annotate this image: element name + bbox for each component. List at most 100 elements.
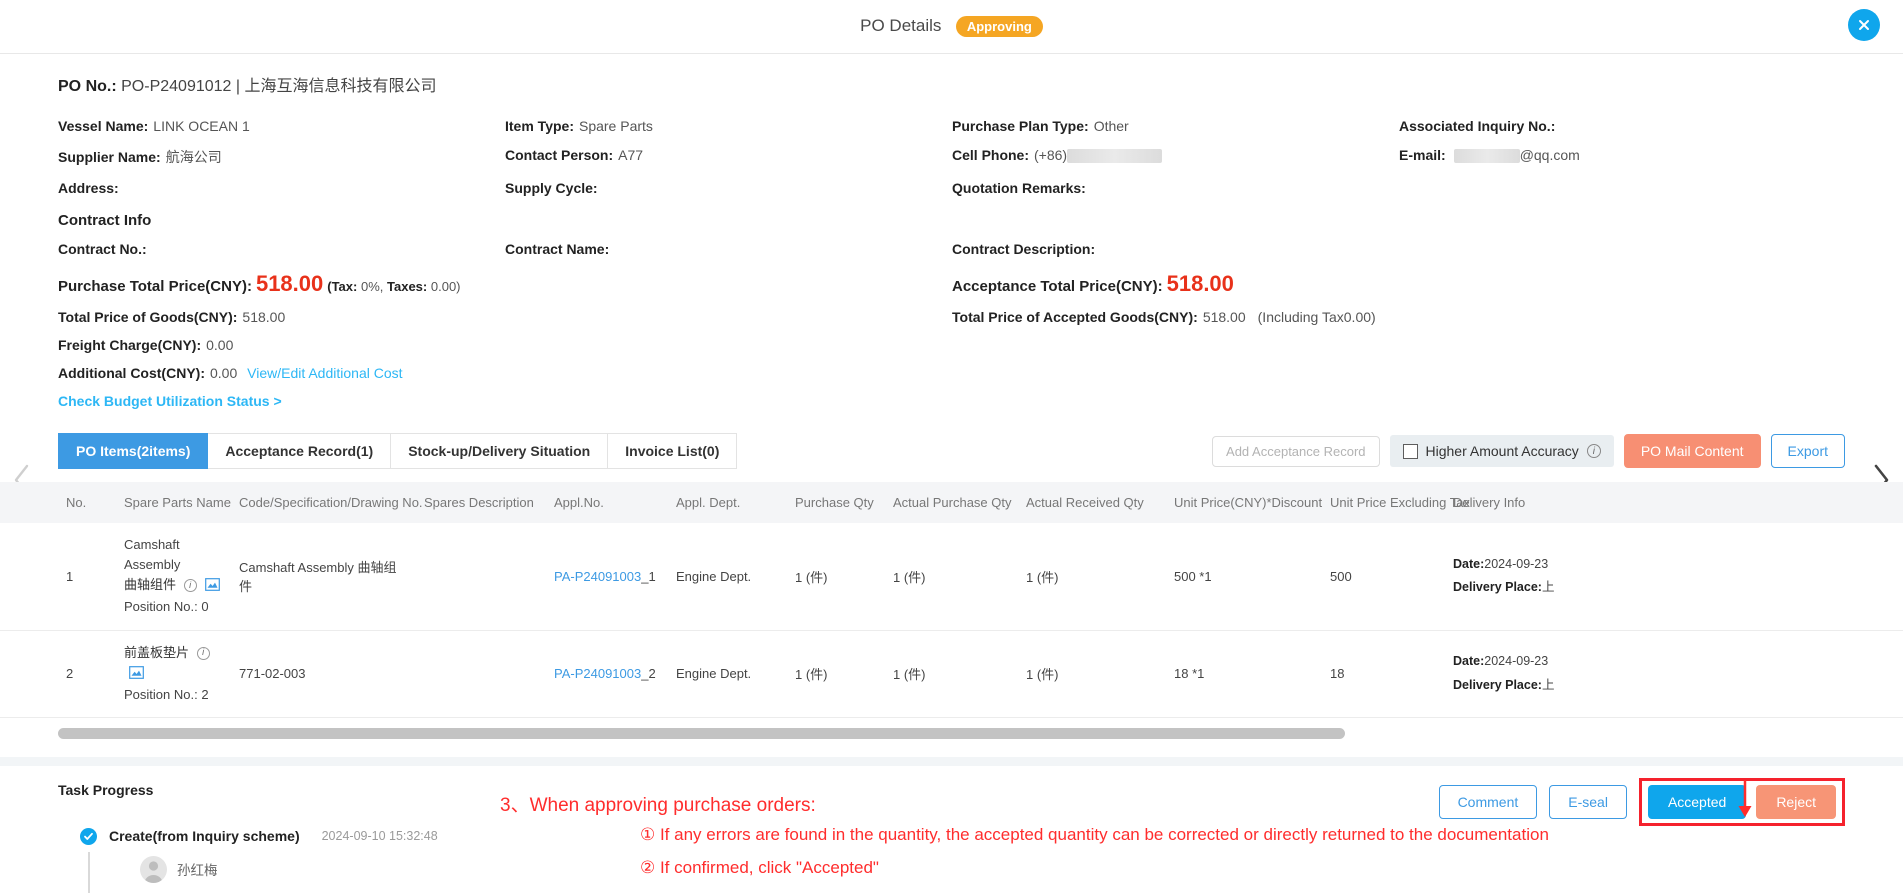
field-label: Contact Person: — [505, 147, 614, 163]
col-delivery-info: Delivery Info — [1445, 482, 1903, 523]
field-label: Additional Cost(CNY): — [58, 365, 205, 381]
modal-titlebar: PO Details Approving — [0, 0, 1903, 54]
task-action-buttons: Comment E-seal Accepted Reject — [1438, 777, 1845, 826]
parts-name-cn-line: 曲轴组件 i — [124, 575, 223, 597]
tab-invoice-list[interactable]: Invoice List(0) — [608, 433, 738, 469]
parts-name-cn: 前盖板垫片 — [124, 644, 190, 660]
field-supply-cycle: Supply Cycle: — [505, 180, 952, 196]
annotation-line-1: 3、When approving purchase orders: — [500, 795, 816, 816]
image-icon[interactable] — [205, 577, 221, 597]
col-unit-price-discount: Unit Price(CNY)*Discount — [1166, 482, 1322, 523]
cell-appl-dept: Engine Dept. — [668, 523, 787, 631]
higher-amount-accuracy-toggle[interactable]: Higher Amount Accuracy i — [1389, 435, 1614, 467]
info-circle-icon[interactable]: i — [1586, 444, 1601, 458]
cell-actual-received-qty: 1 (件) — [1018, 630, 1166, 718]
horizontal-scroll-track — [0, 727, 1903, 739]
accepted-button[interactable]: Accepted — [1647, 784, 1747, 819]
field-label: Vessel Name: — [58, 118, 149, 134]
position-no-value: 0 — [201, 599, 209, 615]
field-label: Contract Description: — [952, 241, 1096, 257]
cell-code-spec: Camshaft Assembly 曲轴组件 — [231, 523, 416, 631]
timeline-user-name: 孙红梅 — [177, 863, 218, 879]
col-unit-price-ex-tax: Unit Price Excluding Tax — [1322, 482, 1470, 523]
add-acceptance-record-button[interactable]: Add Acceptance Record — [1212, 435, 1380, 467]
field-item-type: Item Type: Spare Parts — [505, 118, 952, 134]
field-empty — [1399, 180, 1845, 196]
cell-spare-parts-name: Camshaft Assembly 曲轴组件 i Position No.: 0 — [116, 523, 231, 631]
cell-delivery-info: Date:2024-09-23 Delivery Place:上 — [1445, 523, 1903, 631]
acceptance-total-price: Acceptance Total Price(CNY): 518.00 — [952, 271, 1845, 297]
field-supplier-name: Supplier Name: 航海公司 — [58, 147, 505, 167]
po-info-grid: Vessel Name: LINK OCEAN 1 Item Type: Spare… — [58, 118, 1845, 196]
export-button[interactable]: Export — [1770, 434, 1845, 468]
field-contract-no: Contract No.: — [58, 241, 505, 257]
reject-button[interactable]: Reject — [1756, 784, 1836, 819]
contract-row: Contract No.: Contract Name: Contract De… — [58, 241, 1845, 257]
field-vessel-name: Vessel Name: LINK OCEAN 1 — [58, 118, 505, 134]
field-purchase-plan-type: Purchase Plan Type: Other — [952, 118, 1399, 134]
po-number-label: PO No.: — [58, 78, 117, 95]
tab-stockup-delivery[interactable]: Stock-up/Delivery Situation — [391, 433, 609, 469]
cell-spare-parts-name: 前盖板垫片 i Position No.: 2 — [116, 630, 231, 718]
field-value: Other — [1093, 118, 1129, 134]
higher-amount-accuracy-label: Higher Amount Accuracy — [1425, 443, 1579, 459]
cell-unit-price-ex-tax: 500 — [1322, 523, 1445, 631]
table-row[interactable]: 2 前盖板垫片 i Position No.: 2 771-02-003 PA-… — [0, 630, 1903, 718]
annotation-line-2: ① If any errors are found in the quantit… — [640, 825, 1549, 844]
cell-unit-price-discount: 18 *1 — [1166, 630, 1322, 718]
parts-name-en: Camshaft Assembly — [124, 537, 181, 573]
cell-actual-purchase-qty: 1 (件) — [885, 630, 1018, 718]
check-budget-utilization-link[interactable]: Check Budget Utilization Status > — [58, 393, 282, 409]
po-items-table-wrap: No. Spare Parts Name Code/Specification/… — [0, 482, 1903, 739]
including-tax-note: (Including Tax0.00) — [1257, 309, 1376, 325]
check-circle-icon — [80, 827, 97, 845]
field-value: 航海公司 — [165, 149, 222, 165]
appl-no-link[interactable]: PA-P24091003 — [554, 666, 641, 681]
delivery-place-value: 上 — [1541, 677, 1555, 692]
col-purchase-qty: Purchase Qty — [787, 482, 885, 523]
cell-no: 1 — [58, 523, 116, 631]
total-price-accepted-goods: Total Price of Accepted Goods(CNY): 518.0… — [952, 309, 1845, 325]
col-spares-description: Spares Description — [416, 482, 546, 523]
position-no-value: 2 — [201, 686, 209, 702]
tax-value: 0%, — [360, 279, 384, 294]
comment-button[interactable]: Comment — [1438, 784, 1538, 819]
contract-info-heading: Contract Info — [58, 212, 152, 229]
col-appl-no: Appl.No. — [546, 482, 668, 523]
cell-purchase-qty: 1 (件) — [787, 523, 885, 631]
col-code-spec-drawing: Code/Specification/Drawing No. — [231, 482, 423, 523]
redacted-phone — [1067, 149, 1163, 164]
tab-po-items[interactable]: PO Items(2items) — [58, 433, 209, 469]
delivery-date-value: 2024-09-23 — [1484, 556, 1549, 571]
table-row[interactable]: 1 Camshaft Assembly 曲轴组件 i Position No.:… — [0, 523, 1903, 631]
field-quotation-remarks: Quotation Remarks: — [952, 180, 1399, 196]
field-label: Total Price of Accepted Goods(CNY): — [952, 309, 1198, 325]
col-actual-purchase-qty: Actual Purchase Qty — [885, 482, 1018, 523]
delivery-date-value: 2024-09-23 — [1484, 654, 1549, 669]
freight-charge: Freight Charge(CNY): 0.00 — [58, 337, 952, 353]
annotation-line-3: ② If confirmed, click "Accepted" — [640, 858, 879, 877]
timeline-connector — [88, 851, 90, 893]
close-icon[interactable] — [1848, 9, 1880, 41]
delivery-date-line: Date:2024-09-23 — [1453, 553, 1895, 577]
image-icon[interactable] — [129, 665, 144, 685]
parts-position-line: Position No.: 2 — [124, 685, 223, 705]
field-associated-inquiry-no: Associated Inquiry No.: — [1399, 118, 1845, 134]
appl-no-link[interactable]: PA-P24091003 — [554, 569, 641, 584]
eseal-button[interactable]: E-seal — [1549, 784, 1627, 819]
annotation-arrow-down-icon — [1735, 780, 1755, 825]
field-label: Total Price of Goods(CNY): — [58, 309, 238, 325]
cell-spares-description — [416, 630, 546, 718]
tab-acceptance-record[interactable]: Acceptance Record(1) — [208, 433, 392, 469]
info-circle-icon[interactable]: i — [183, 579, 197, 593]
cell-actual-purchase-qty: 1 (件) — [885, 523, 1018, 631]
field-value: 518.00 — [242, 309, 286, 325]
higher-amount-accuracy-checkbox[interactable] — [1402, 443, 1418, 459]
horizontal-scrollbar[interactable] — [58, 727, 1345, 739]
view-edit-additional-cost-link[interactable]: View/Edit Additional Cost — [247, 365, 402, 381]
total-price-of-goods: Total Price of Goods(CNY): 518.00 — [58, 309, 952, 325]
field-value: 0.00 — [206, 337, 234, 353]
info-circle-icon[interactable]: i — [196, 646, 210, 660]
po-mail-content-button[interactable]: PO Mail Content — [1623, 434, 1761, 468]
